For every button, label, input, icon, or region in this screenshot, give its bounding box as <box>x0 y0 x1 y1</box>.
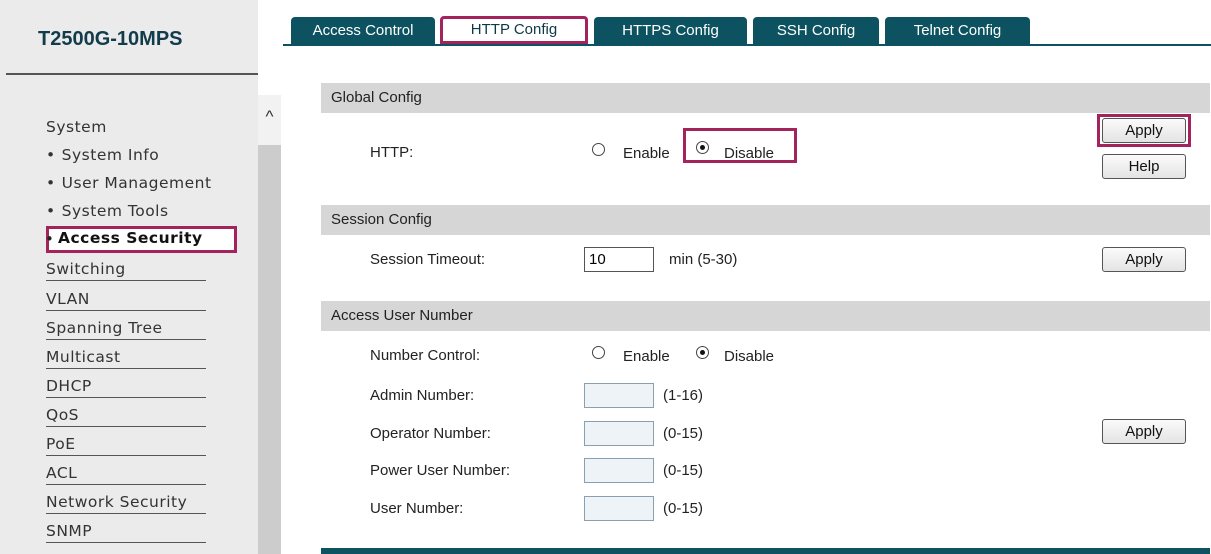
power-user-number-input[interactable] <box>584 458 654 483</box>
http-enable-radio[interactable] <box>592 143 605 156</box>
divider <box>6 73 258 75</box>
menu-item-label: System Info <box>61 146 160 164</box>
menu-switching[interactable]: Switching <box>46 260 206 281</box>
global-config-header: Global Config <box>321 83 1210 113</box>
number-control-enable-radio[interactable] <box>592 346 605 359</box>
power-user-number-range: (0-15) <box>663 462 704 479</box>
session-timeout-input[interactable]: 10 <box>584 247 654 272</box>
menu-acl[interactable]: ACL <box>46 464 206 485</box>
menu-network-security[interactable]: Network Security <box>46 493 206 514</box>
sidebar-scrollbar[interactable] <box>258 95 281 554</box>
tab-bar-underline <box>283 44 1211 46</box>
access-user-apply-button[interactable]: Apply <box>1102 419 1186 444</box>
user-number-input[interactable] <box>584 496 654 521</box>
tab-https-config[interactable]: HTTPS Config <box>594 17 747 44</box>
menu-dhcp[interactable]: DHCP <box>46 377 206 398</box>
menu-poe[interactable]: PoE <box>46 435 206 456</box>
admin-number-label: Admin Number: <box>370 387 475 404</box>
menu-item-label: User Management <box>61 174 212 192</box>
menu-qos[interactable]: QoS <box>46 406 206 427</box>
menu-system[interactable]: System <box>46 118 107 136</box>
http-enable-label: Enable <box>623 145 670 162</box>
session-apply-button[interactable]: Apply <box>1102 247 1186 272</box>
device-model-title: T2500G-10MPS <box>38 28 183 50</box>
operator-number-label: Operator Number: <box>370 425 491 442</box>
menu-snmp[interactable]: SNMP <box>46 522 206 543</box>
session-timeout-unit: min (5-30) <box>669 251 738 268</box>
tab-http-config[interactable]: HTTP Config <box>440 16 588 44</box>
http-label: HTTP: <box>370 144 414 161</box>
user-number-label: User Number: <box>370 500 464 517</box>
session-timeout-label: Session Timeout: <box>370 251 486 268</box>
session-config-header: Session Config <box>321 205 1210 235</box>
admin-number-input[interactable] <box>584 383 654 408</box>
menu-vlan[interactable]: VLAN <box>46 290 206 311</box>
number-control-enable-label: Enable <box>623 348 670 365</box>
menu-multicast[interactable]: Multicast <box>46 348 206 369</box>
sidebar: T2500G-10MPS System System Info User Man… <box>0 0 258 554</box>
http-disable-label: Disable <box>724 145 775 162</box>
tab-ssh-config[interactable]: SSH Config <box>753 17 879 44</box>
http-disable-radio[interactable] <box>696 141 709 154</box>
power-user-number-label: Power User Number: <box>370 462 511 479</box>
menu-user-management[interactable]: User Management <box>46 174 212 192</box>
number-control-disable-label: Disable <box>724 348 775 365</box>
admin-number-range: (1-16) <box>663 387 704 404</box>
access-user-number-header: Access User Number <box>321 301 1210 331</box>
help-button[interactable]: Help <box>1102 154 1186 179</box>
operator-number-input[interactable] <box>584 421 654 446</box>
number-control-disable-radio[interactable] <box>696 346 709 359</box>
menu-spanning-tree[interactable]: Spanning Tree <box>46 319 206 340</box>
number-control-label: Number Control: <box>370 347 481 364</box>
tab-telnet-config[interactable]: Telnet Config <box>885 17 1030 44</box>
global-apply-button[interactable]: Apply <box>1102 118 1186 143</box>
menu-access-security[interactable]: Access Security <box>58 229 203 247</box>
scroll-up-chevron-icon[interactable]: ^ <box>258 95 281 145</box>
menu-system-info[interactable]: System Info <box>46 146 159 164</box>
bottom-divider <box>321 548 1210 554</box>
bullet-icon: • <box>45 230 54 248</box>
user-number-range: (0-15) <box>663 500 704 517</box>
menu-item-label: System Tools <box>61 202 169 220</box>
tab-access-control[interactable]: Access Control <box>291 17 435 44</box>
operator-number-range: (0-15) <box>663 425 704 442</box>
menu-system-tools[interactable]: System Tools <box>46 202 169 220</box>
